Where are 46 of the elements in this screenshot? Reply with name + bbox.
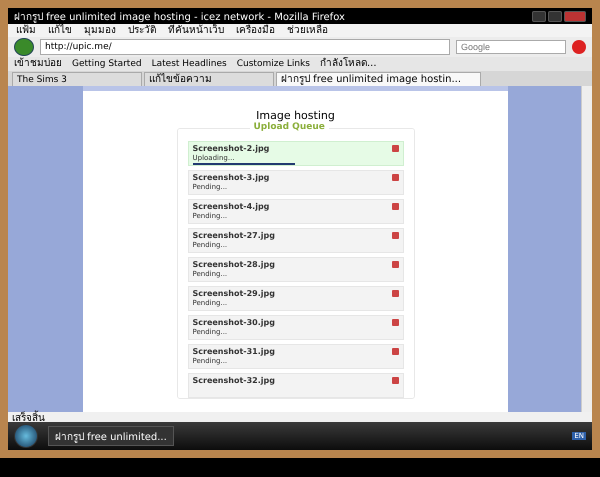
remove-icon[interactable] (392, 174, 398, 181)
file-name: Screenshot-3.jpg (192, 173, 270, 183)
address-field[interactable]: http://upic.me/ (40, 39, 450, 55)
file-name: Screenshot-29.jpg (192, 289, 275, 299)
menu-item[interactable]: เครื่องมือ (236, 24, 275, 37)
browser-tab[interactable]: The Sims 3 (12, 72, 142, 86)
window-title: ฝากรูป free unlimited image hosting - icez network - Mozilla Firefox (14, 10, 345, 24)
close-button[interactable] (564, 10, 586, 22)
menu-item[interactable]: ช่วยเหลือ (287, 24, 328, 37)
bookmark-item[interactable]: Getting Started (72, 57, 142, 71)
file-name: Screenshot-4.jpg (192, 202, 270, 212)
menu-item[interactable]: ประวัติ (128, 24, 156, 37)
page-heading: Image hosting (256, 109, 335, 122)
menu-item[interactable]: ที่คั่นหน้าเว็บ (168, 24, 224, 37)
bookmark-item[interactable]: Latest Headlines (152, 57, 227, 71)
start-button[interactable] (14, 424, 38, 448)
minimize-button[interactable] (532, 10, 546, 22)
taskbar-button[interactable]: ฝากรูป free unlimited... (48, 426, 174, 446)
remove-icon[interactable] (392, 261, 398, 268)
search-field[interactable]: Google (456, 40, 566, 54)
remove-icon[interactable] (392, 232, 398, 239)
remove-icon[interactable] (392, 203, 398, 210)
remove-icon[interactable] (392, 319, 398, 326)
file-name: Screenshot-28.jpg (192, 260, 275, 270)
menu-item[interactable]: มุมมอง (84, 24, 116, 37)
remove-icon[interactable] (392, 348, 398, 355)
file-name: Screenshot-2.jpg (192, 144, 270, 154)
scrollbar[interactable] (581, 86, 592, 412)
bookmark-item[interactable]: เข้าชมบ่อย (14, 57, 62, 71)
browser-tab[interactable]: ฝากรูป free unlimited image hostin... (276, 72, 481, 86)
remove-icon[interactable] (392, 145, 398, 152)
remove-icon[interactable] (392, 377, 398, 384)
menu-item[interactable]: แฟ้ม (16, 24, 36, 37)
queue-title: Upload Queue (250, 122, 329, 132)
status-text: เสร็จสิ้น (12, 410, 45, 424)
file-name: Screenshot-30.jpg (192, 318, 275, 328)
browser-tab[interactable]: แก้ไขข้อความ (144, 72, 274, 86)
back-button[interactable] (14, 38, 34, 56)
maximize-button[interactable] (548, 10, 562, 22)
menu-item[interactable]: แก้ไข (48, 24, 72, 37)
remove-icon[interactable] (392, 290, 398, 297)
bookmark-item[interactable]: Customize Links (236, 57, 310, 71)
file-name: Screenshot-31.jpg (192, 347, 275, 357)
bookmark-item[interactable]: กำลังโหลด... (320, 57, 377, 71)
file-name: Screenshot-32.jpg (192, 376, 275, 386)
file-name: Screenshot-27.jpg (192, 231, 275, 241)
